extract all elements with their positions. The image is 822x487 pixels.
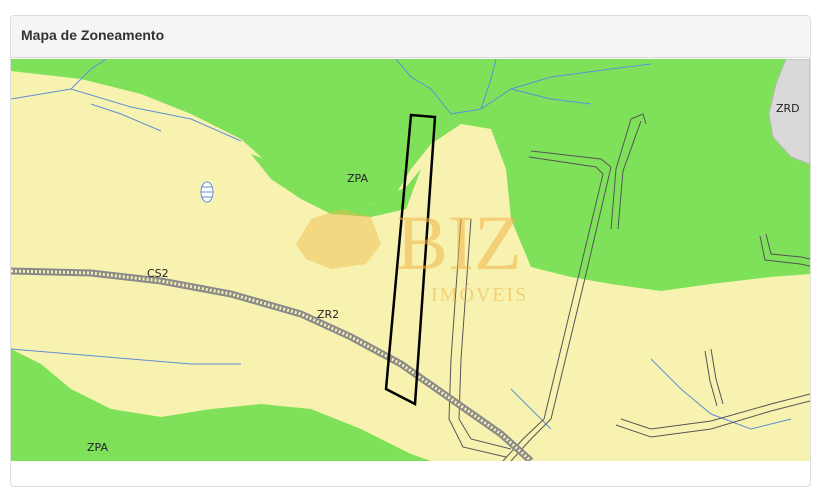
- label-zrd: ZRD: [776, 102, 800, 115]
- label-zpa-top: ZPA: [347, 172, 368, 185]
- pond-icon: [200, 181, 214, 203]
- panel-title: Mapa de Zoneamento: [11, 16, 810, 58]
- watermark-brand: BIZ: [396, 199, 522, 286]
- label-zpa-bottom: ZPA: [87, 441, 108, 454]
- zoning-map[interactable]: BIZ IMÓVEIS ZPA ZRD CS2 ZR2 ZPA: [11, 59, 810, 461]
- label-cs2: CS2: [147, 267, 169, 280]
- zoning-map-panel: Mapa de Zoneamento BIZ IMÓVEIS ZPA ZRD C…: [10, 15, 811, 487]
- label-zr2: ZR2: [317, 308, 339, 321]
- watermark-subtitle: IMÓVEIS: [431, 282, 528, 306]
